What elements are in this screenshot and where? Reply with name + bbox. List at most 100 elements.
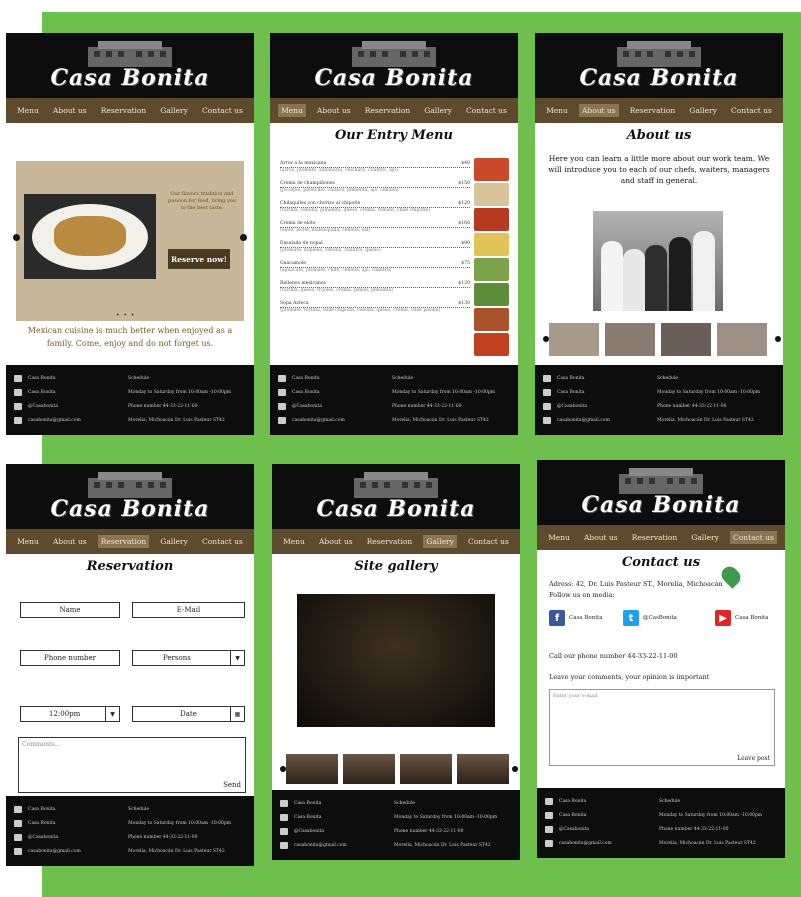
mail-icon[interactable]	[14, 416, 22, 424]
send-button[interactable]: Send	[223, 781, 241, 789]
nav-reservation[interactable]: Reservation	[98, 104, 149, 117]
logo[interactable]: Casa Bonita	[535, 65, 783, 91]
nav-menu[interactable]: Menu	[14, 104, 42, 117]
youtube-icon[interactable]	[14, 388, 22, 396]
comments-field[interactable]: Comments... Send	[18, 737, 246, 793]
instagram-icon[interactable]	[14, 402, 22, 410]
twitter-link[interactable]: t @CasBonita	[623, 610, 677, 626]
gallery-next-icon[interactable]	[512, 766, 518, 772]
slider-prev-icon[interactable]	[13, 234, 20, 241]
footer-instagram[interactable]: @Casabonita	[28, 404, 128, 409]
reserve-now-button[interactable]: Reserve now!	[168, 249, 230, 269]
dish-thumb[interactable]	[474, 158, 509, 181]
nav-menu[interactable]: Menu	[543, 104, 571, 117]
footer-instagram[interactable]: @Casabonita	[559, 827, 659, 832]
nav-about[interactable]: About us	[578, 104, 619, 117]
gallery-thumb[interactable]	[286, 754, 338, 784]
youtube-icon[interactable]	[280, 813, 288, 821]
nav-reservation[interactable]: Reservation	[97, 535, 150, 548]
nav-about[interactable]: About us	[50, 104, 90, 117]
facebook-icon[interactable]	[14, 374, 22, 382]
footer-facebook[interactable]: Casa Bonita	[292, 376, 392, 381]
mail-icon[interactable]	[543, 416, 551, 424]
strip-prev-icon[interactable]	[543, 336, 549, 342]
nav-menu[interactable]: Menu	[278, 104, 306, 117]
nav-menu[interactable]: Menu	[280, 535, 308, 548]
nav-about[interactable]: About us	[581, 531, 621, 544]
facebook-link[interactable]: f Casa Bonita	[549, 610, 602, 626]
nav-menu[interactable]: Menu	[545, 531, 573, 544]
logo[interactable]: Casa Bonita	[6, 65, 254, 91]
nav-contact[interactable]: Contact us	[463, 104, 510, 117]
mail-icon[interactable]	[280, 841, 288, 849]
footer-instagram[interactable]: @Casabonita	[292, 404, 392, 409]
youtube-icon[interactable]	[14, 819, 22, 827]
gallery-prev-icon[interactable]	[280, 766, 286, 772]
instagram-icon[interactable]	[543, 402, 551, 410]
footer-email[interactable]: casabonita@gmail.com	[28, 849, 128, 854]
name-field[interactable]: Name	[20, 602, 120, 618]
nav-about[interactable]: About us	[50, 535, 90, 548]
mail-icon[interactable]	[14, 847, 22, 855]
footer-facebook[interactable]: Casa Bonita	[28, 376, 128, 381]
phone-field[interactable]: Phone number	[20, 650, 120, 666]
message-field[interactable]: Enter your e-mail Leave post	[549, 689, 775, 766]
gallery-thumb[interactable]	[343, 754, 395, 784]
instagram-icon[interactable]	[545, 825, 553, 833]
persons-select[interactable]: Persons ▼	[132, 650, 245, 666]
chevron-down-icon[interactable]: ▼	[105, 707, 119, 721]
nav-reservation[interactable]: Reservation	[364, 535, 415, 548]
dish-thumb[interactable]	[474, 208, 509, 231]
facebook-icon[interactable]	[543, 374, 551, 382]
dish-thumb[interactable]	[474, 333, 509, 356]
footer-email[interactable]: casabonita@gmail.com	[28, 418, 128, 423]
nav-reservation[interactable]: Reservation	[627, 104, 678, 117]
nav-about[interactable]: About us	[316, 535, 356, 548]
footer-facebook[interactable]: Casa Bonita	[557, 376, 657, 381]
footer-youtube[interactable]: Casa Bonita	[292, 390, 392, 395]
nav-contact[interactable]: Contact us	[730, 531, 777, 544]
footer-email[interactable]: casabonita@gmail.com	[559, 841, 659, 846]
dish-thumb[interactable]	[474, 233, 509, 256]
footer-facebook[interactable]: Casa Bonita	[28, 807, 128, 812]
team-thumb[interactable]	[661, 323, 711, 356]
slider-dots[interactable]: • • •	[116, 312, 135, 319]
nav-gallery[interactable]: Gallery	[423, 535, 457, 548]
logo[interactable]: Casa Bonita	[270, 65, 518, 91]
leave-post-button[interactable]: Leave post	[737, 755, 770, 762]
instagram-icon[interactable]	[14, 833, 22, 841]
nav-reservation[interactable]: Reservation	[362, 104, 413, 117]
mail-icon[interactable]	[278, 416, 286, 424]
nav-contact[interactable]: Contact us	[199, 104, 246, 117]
nav-gallery[interactable]: Gallery	[686, 104, 720, 117]
youtube-icon[interactable]	[278, 388, 286, 396]
footer-email[interactable]: casabonita@gmail.com	[557, 418, 657, 423]
facebook-icon[interactable]	[14, 805, 22, 813]
dish-thumb[interactable]	[474, 283, 509, 306]
facebook-icon[interactable]	[280, 799, 288, 807]
nav-about[interactable]: About us	[314, 104, 354, 117]
instagram-icon[interactable]	[280, 827, 288, 835]
gallery-thumb[interactable]	[400, 754, 452, 784]
footer-instagram[interactable]: @Casabonita	[557, 404, 657, 409]
youtube-icon[interactable]	[543, 388, 551, 396]
calendar-icon[interactable]: ▦	[230, 707, 244, 721]
footer-email[interactable]: casabonita@gmail.com	[294, 843, 394, 848]
date-field[interactable]: Date ▦	[132, 706, 245, 722]
footer-youtube[interactable]: Casa Bonita	[559, 813, 659, 818]
nav-gallery[interactable]: Gallery	[421, 104, 455, 117]
team-thumb[interactable]	[549, 323, 599, 356]
logo[interactable]: Casa Bonita	[537, 492, 785, 518]
instagram-icon[interactable]	[278, 402, 286, 410]
nav-contact[interactable]: Contact us	[728, 104, 775, 117]
footer-facebook[interactable]: Casa Bonita	[294, 801, 394, 806]
nav-contact[interactable]: Contact us	[199, 535, 246, 548]
footer-instagram[interactable]: @Casabonita	[28, 835, 128, 840]
team-thumb[interactable]	[605, 323, 655, 356]
footer-youtube[interactable]: Casa Bonita	[557, 390, 657, 395]
strip-next-icon[interactable]	[775, 336, 781, 342]
nav-reservation[interactable]: Reservation	[629, 531, 680, 544]
logo[interactable]: Casa Bonita	[6, 496, 254, 522]
chevron-down-icon[interactable]: ▼	[230, 651, 244, 665]
team-thumb[interactable]	[717, 323, 767, 356]
